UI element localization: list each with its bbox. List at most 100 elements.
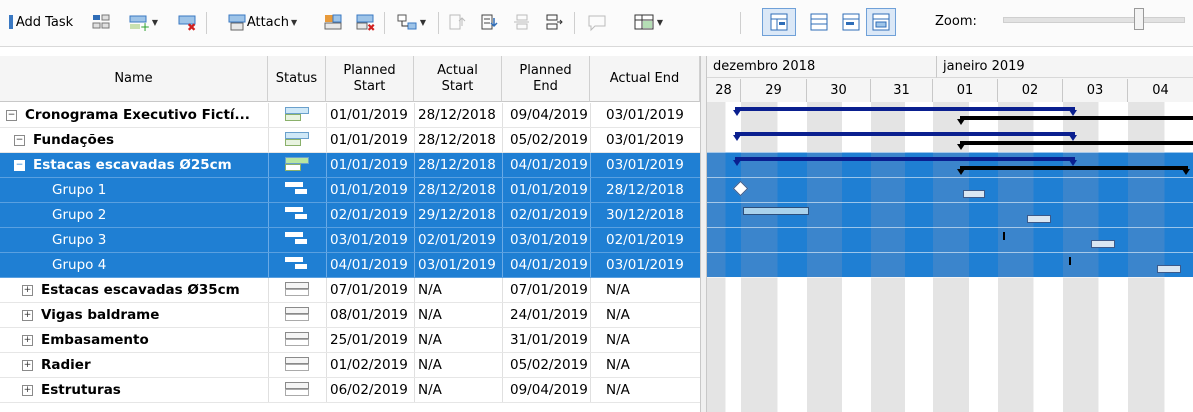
planned-summary-bar[interactable] [735, 107, 1075, 111]
task-bar[interactable] [963, 190, 985, 198]
planned-start-cell[interactable]: 04/01/2019 [330, 253, 414, 277]
planned-end-cell[interactable]: 07/01/2019 [510, 278, 594, 302]
planned-start-cell[interactable]: 07/01/2019 [330, 278, 414, 302]
indent-right-button[interactable] [538, 8, 568, 36]
collapse-icon[interactable]: − [6, 109, 17, 121]
table-row[interactable]: + Radier 01/02/2019 N/A 05/02/2019 N/A [0, 353, 700, 378]
actual-end-cell[interactable]: N/A [606, 303, 690, 327]
planned-summary-bar[interactable] [735, 157, 1075, 161]
actual-start-cell[interactable]: 28/12/2018 [418, 153, 502, 177]
actual-summary-bar[interactable] [960, 166, 1188, 170]
view-gantt-button[interactable] [836, 8, 866, 36]
table-row[interactable]: Grupo 1 01/01/2019 28/12/2018 01/01/2019 28/… [0, 178, 700, 203]
expand-icon[interactable]: + [22, 284, 33, 296]
actual-bar-start-cap[interactable] [957, 119, 965, 125]
view-grid-gantt-button[interactable] [762, 8, 796, 36]
table-row[interactable]: + Estruturas 06/02/2019 N/A 09/04/2019 N/A [0, 378, 700, 403]
task-bar-marker[interactable] [1069, 257, 1071, 265]
actual-start-cell[interactable]: N/A [418, 278, 502, 302]
view-grid-button[interactable] [804, 8, 834, 36]
column-header-actual-end[interactable]: Actual End [590, 56, 700, 102]
table-row[interactable]: + Estacas escavadas Ø35cm 07/01/2019 N/A 07/… [0, 278, 700, 303]
task-bar-marker[interactable] [1003, 232, 1005, 240]
planned-end-cell[interactable]: 09/04/2019 [510, 378, 594, 402]
zoom-slider-track[interactable] [1003, 17, 1185, 23]
planned-end-cell[interactable]: 09/04/2019 [510, 103, 594, 127]
planned-start-cell[interactable]: 01/01/2019 [330, 103, 414, 127]
add-resource-button[interactable] [318, 8, 348, 36]
remove-resource-button[interactable]: ✖ [350, 8, 380, 36]
actual-end-cell[interactable]: 03/01/2019 [606, 253, 690, 277]
task-name-cell[interactable]: + Embasamento [22, 328, 266, 352]
task-bar[interactable] [743, 207, 809, 215]
column-header-status[interactable]: Status [268, 56, 326, 102]
columns-button[interactable]: ▼ [622, 8, 674, 36]
task-name-cell[interactable]: Grupo 2 [52, 203, 266, 227]
planned-end-cell[interactable]: 02/01/2019 [510, 203, 594, 227]
add-subtask-button[interactable]: + ▼ [120, 8, 166, 36]
task-name-cell[interactable]: + Estacas escavadas Ø35cm [22, 278, 266, 302]
actual-end-cell[interactable]: 28/12/2018 [606, 178, 690, 202]
actual-end-cell[interactable]: 30/12/2018 [606, 203, 690, 227]
move-down-button[interactable] [474, 8, 504, 36]
actual-end-cell[interactable]: 03/01/2019 [606, 103, 690, 127]
task-bar[interactable] [1157, 265, 1181, 273]
planned-end-cell[interactable]: 05/02/2019 [510, 353, 594, 377]
planned-start-cell[interactable]: 02/01/2019 [330, 203, 414, 227]
planned-start-cell[interactable]: 01/01/2019 [330, 178, 414, 202]
task-name-cell[interactable]: Grupo 4 [52, 253, 266, 277]
planned-start-cell[interactable]: 03/01/2019 [330, 228, 414, 252]
expand-icon[interactable]: + [22, 309, 33, 321]
actual-start-cell[interactable]: 02/01/2019 [418, 228, 502, 252]
collapse-icon[interactable]: − [14, 159, 25, 171]
task-bar[interactable] [1027, 215, 1051, 223]
planned-end-cell[interactable]: 01/01/2019 [510, 178, 594, 202]
task-name-cell[interactable]: − Cronograma Executivo Fictí... [6, 103, 266, 127]
planned-start-cell[interactable]: 01/02/2019 [330, 353, 414, 377]
delete-task-button[interactable]: ✖ [172, 8, 202, 36]
table-row[interactable]: − Estacas escavadas Ø25cm 01/01/2019 28/12/… [0, 153, 700, 178]
actual-bar-end-cap[interactable] [1182, 169, 1190, 175]
task-name-cell[interactable]: − Fundações [14, 128, 266, 152]
task-name-cell[interactable]: + Estruturas [22, 378, 266, 402]
actual-end-cell[interactable]: N/A [606, 328, 690, 352]
actual-end-cell[interactable]: 03/01/2019 [606, 153, 690, 177]
planned-start-cell[interactable]: 01/01/2019 [330, 153, 414, 177]
task-name-cell[interactable]: + Radier [22, 353, 266, 377]
planned-start-cell[interactable]: 25/01/2019 [330, 328, 414, 352]
link-button[interactable]: ▼ [388, 8, 434, 36]
planned-end-cell[interactable]: 24/01/2019 [510, 303, 594, 327]
zoom-slider-thumb[interactable] [1134, 8, 1144, 30]
collapse-icon[interactable]: − [14, 134, 25, 146]
task-name-cell[interactable]: − Estacas escavadas Ø25cm [14, 153, 266, 177]
planned-end-cell[interactable]: 03/01/2019 [510, 228, 594, 252]
summary-bar-start-cap[interactable] [733, 135, 741, 141]
actual-start-cell[interactable]: N/A [418, 378, 502, 402]
task-name-cell[interactable]: + Vigas baldrame [22, 303, 266, 327]
task-name-cell[interactable]: Grupo 3 [52, 228, 266, 252]
summary-bar-start-cap[interactable] [733, 160, 741, 166]
attach-button[interactable]: Attach ▼ [210, 8, 314, 36]
planned-end-cell[interactable]: 05/02/2019 [510, 128, 594, 152]
actual-end-cell[interactable]: N/A [606, 378, 690, 402]
table-row[interactable]: Grupo 3 03/01/2019 02/01/2019 03/01/2019 02/… [0, 228, 700, 253]
outdent-button[interactable] [506, 8, 536, 36]
column-header-actual-start[interactable]: Actual Start [414, 56, 502, 102]
table-row[interactable]: − Fundações 01/01/2019 28/12/2018 05/02/2019… [0, 128, 700, 153]
move-up-button[interactable] [442, 8, 472, 36]
table-row[interactable]: + Embasamento 25/01/2019 N/A 31/01/2019 N/A [0, 328, 700, 353]
actual-end-cell[interactable]: 02/01/2019 [606, 228, 690, 252]
column-header-name[interactable]: Name [0, 56, 268, 102]
planned-start-cell[interactable]: 06/02/2019 [330, 378, 414, 402]
comment-button[interactable] [580, 8, 614, 36]
column-header-planned-start[interactable]: Planned Start [326, 56, 414, 102]
actual-start-cell[interactable]: 28/12/2018 [418, 178, 502, 202]
table-row[interactable]: − Cronograma Executivo Fictí... 01/01/2019… [0, 103, 700, 128]
actual-start-cell[interactable]: N/A [418, 303, 502, 327]
planned-end-cell[interactable]: 31/01/2019 [510, 328, 594, 352]
planned-summary-bar[interactable] [735, 132, 1075, 136]
table-row[interactable]: + Vigas baldrame 08/01/2019 N/A 24/01/2019 N/… [0, 303, 700, 328]
actual-start-cell[interactable]: 28/12/2018 [418, 103, 502, 127]
actual-start-cell[interactable]: 03/01/2019 [418, 253, 502, 277]
actual-summary-bar[interactable] [960, 116, 1193, 120]
